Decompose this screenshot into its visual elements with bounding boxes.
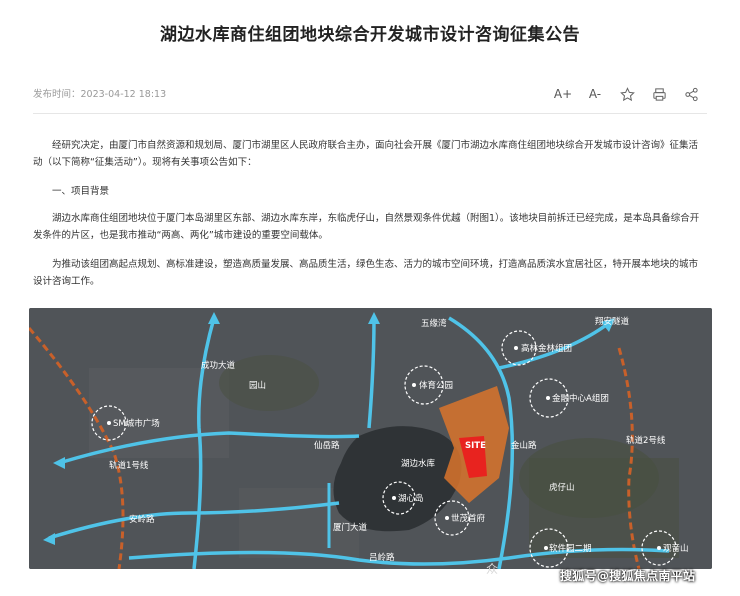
label-gaolin: 高林金林组团 bbox=[521, 343, 572, 354]
share-icon bbox=[684, 87, 698, 101]
favorite-button[interactable] bbox=[611, 82, 643, 106]
font-decrease-label: A- bbox=[588, 87, 602, 101]
label-yuan-shan: 园山 bbox=[249, 380, 266, 391]
print-button[interactable] bbox=[643, 82, 675, 106]
star-icon bbox=[619, 86, 635, 101]
font-increase-label: A+ bbox=[553, 87, 573, 101]
label-xiangan-tunnel: 翔安隧道 bbox=[595, 316, 630, 327]
paragraph-intro: 经研究决定，由厦门市自然资源和规划局、厦门市湖里区人民政府联合主办，面向社会开展… bbox=[33, 140, 699, 168]
map-canvas: SITE 五缘湾 高林金林组团 体育公园 金融中心A组团 SM城市广场 湖边水库… bbox=[29, 308, 712, 569]
label-chenggong-avenue: 成功大道 bbox=[201, 360, 236, 371]
label-shimao: 世茂首府 bbox=[451, 513, 486, 524]
label-xianyue-road: 仙岳路 bbox=[314, 440, 340, 451]
font-decrease-button[interactable]: A- bbox=[579, 82, 611, 106]
label-sm-plaza: SM城市广场 bbox=[113, 418, 160, 429]
article-meta-row: 发布时间：2023-04-12 18:13 A+ A- bbox=[33, 82, 707, 106]
article-title: 湖边水库商住组团地块综合开发城市设计咨询征集公告 bbox=[160, 25, 580, 45]
paragraph-purpose: 为推动该组团高起点规划、高标准建设，塑造高质量发展、高品质生活，绿色生态、活力的… bbox=[33, 259, 699, 287]
site-location-map: SITE 五缘湾 高林金林组团 体育公园 金融中心A组团 SM城市广场 湖边水库… bbox=[29, 308, 712, 569]
site-label: SITE bbox=[465, 441, 486, 451]
label-metro-line1: 轨道1号线 bbox=[109, 460, 149, 471]
label-sports-park: 体育公园 bbox=[419, 380, 453, 391]
label-wuyuan-bay: 五缘湾 bbox=[421, 318, 447, 329]
label-huxin-island: 湖心岛 bbox=[398, 493, 424, 504]
label-jinshan-road: 金山路 bbox=[511, 440, 537, 451]
label-finance-center: 金融中心A组团 bbox=[552, 393, 609, 404]
label-hu-zai-shan: 虎仔山 bbox=[549, 482, 575, 493]
label-lvling-road: 吕岭路 bbox=[369, 552, 395, 563]
label-hubian-reservoir: 湖边水库 bbox=[401, 458, 436, 469]
article-toolbar: A+ A- bbox=[547, 82, 707, 106]
printer-icon bbox=[652, 87, 666, 101]
header-divider bbox=[33, 113, 707, 114]
label-metro-line2: 轨道2号线 bbox=[626, 435, 666, 446]
sohu-watermark: 搜狐号@搜狐焦点南平站 bbox=[560, 569, 696, 583]
label-xiamen-avenue: 厦门大道 bbox=[333, 522, 368, 533]
article-page: 湖边水库商住组团地块综合开发城市设计咨询征集公告 发布时间：2023-04-12… bbox=[0, 0, 740, 596]
share-button[interactable] bbox=[675, 82, 707, 106]
label-guanyin: 观音山 bbox=[663, 543, 689, 554]
label-software-park: 软件园二期 bbox=[549, 543, 592, 554]
label-anling-road: 安岭路 bbox=[129, 514, 155, 525]
section-heading-background: 一、项目背景 bbox=[52, 186, 110, 197]
publish-time: 发布时间：2023-04-12 18:13 bbox=[33, 89, 167, 100]
paragraph-background: 湖边水库商住组团地块位于厦门本岛湖里区东部、湖边水库东岸，东临虎仔山，自然景观条… bbox=[33, 213, 700, 241]
faint-watermark: 众 bbox=[486, 562, 499, 576]
font-increase-button[interactable]: A+ bbox=[547, 82, 579, 106]
